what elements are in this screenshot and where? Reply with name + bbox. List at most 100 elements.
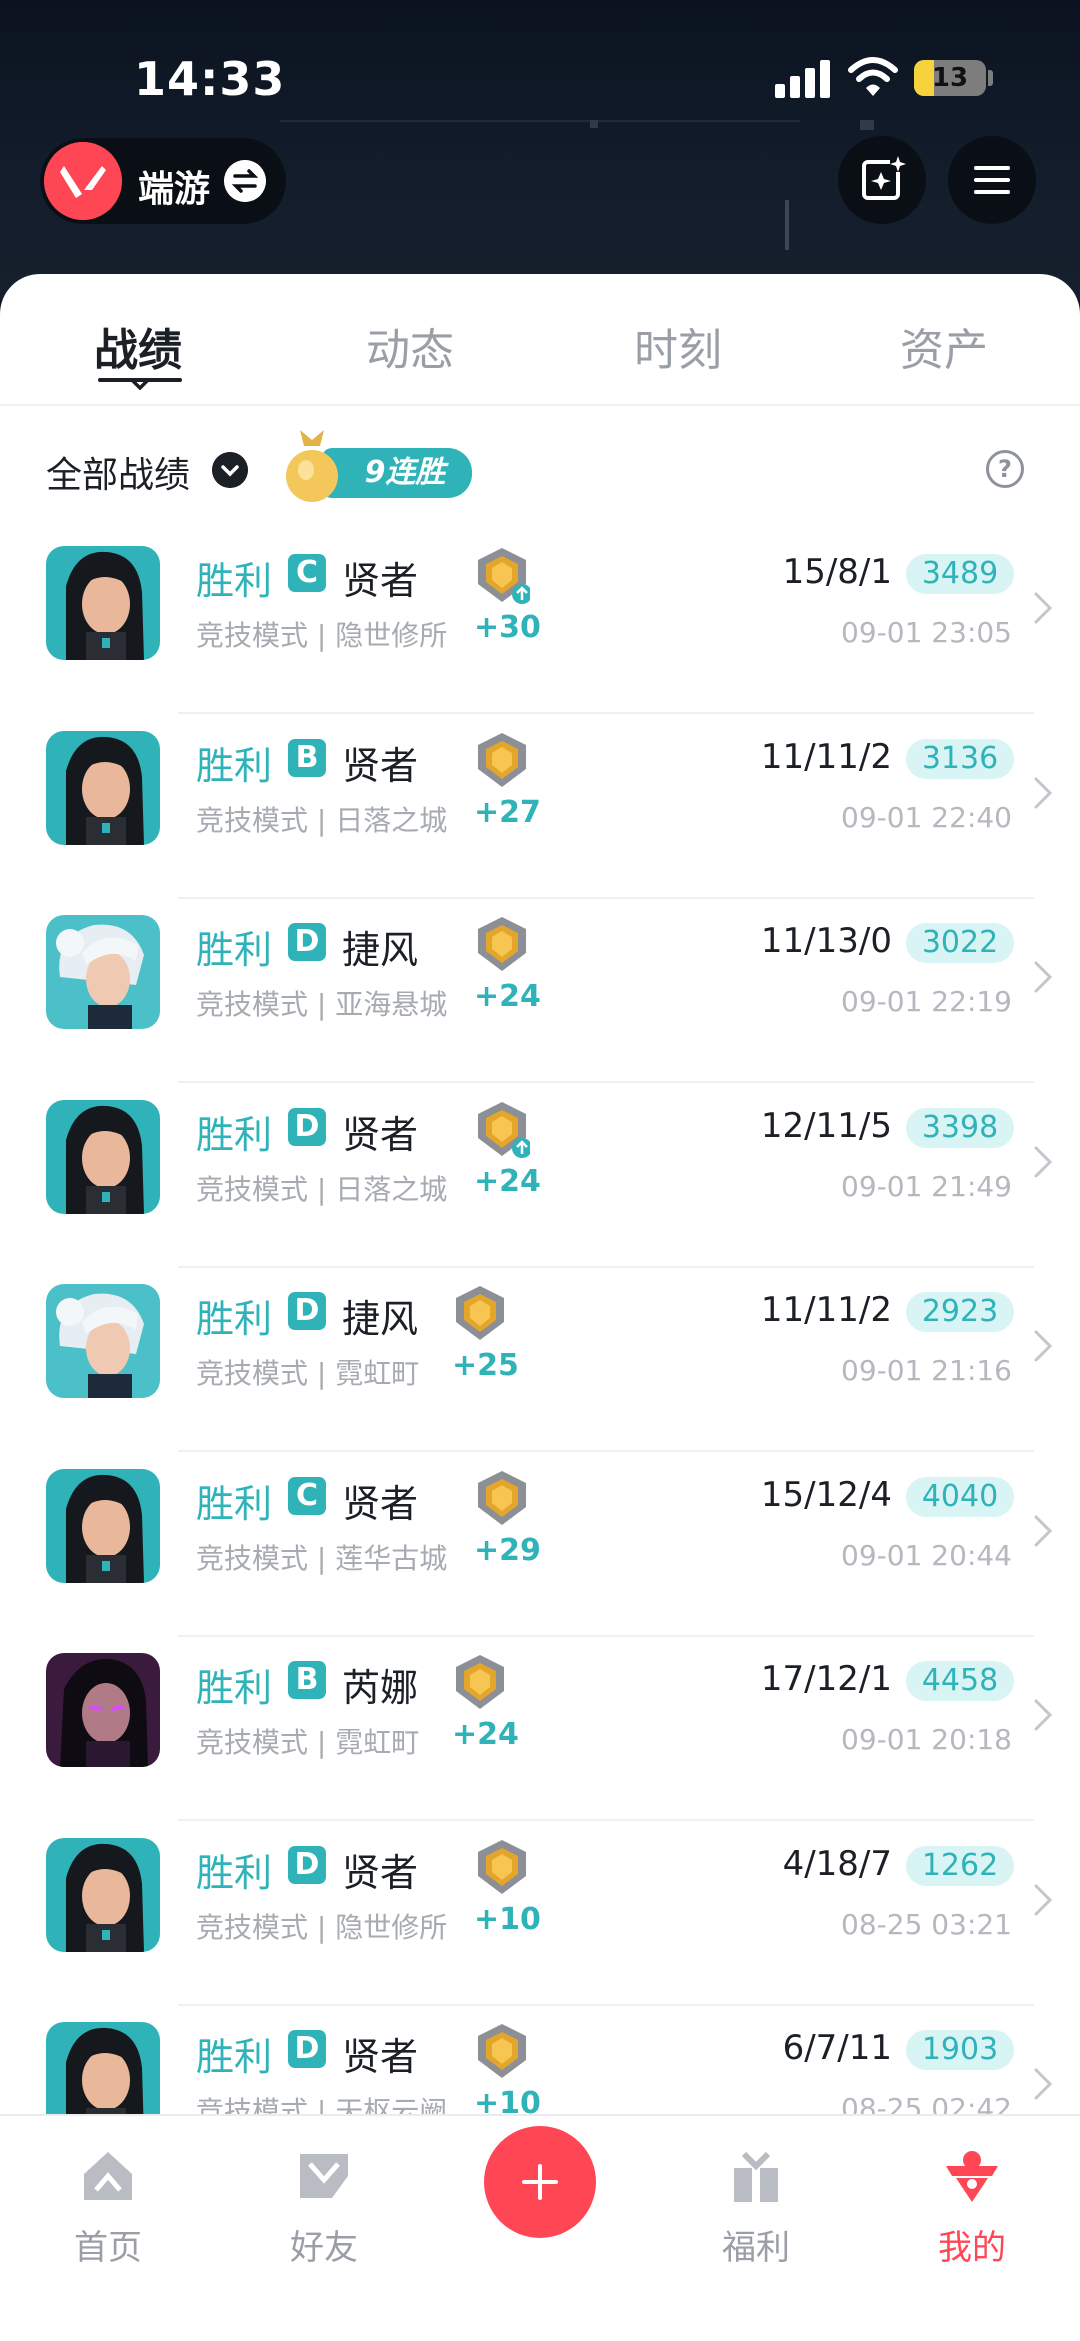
tab-assets[interactable]: 资产	[844, 314, 1044, 378]
rank-icon	[478, 917, 526, 971]
match-mode: 竞技模式	[196, 988, 309, 1021]
card-sparkle-icon	[862, 156, 906, 200]
add-button[interactable]	[484, 2126, 596, 2238]
performance-grade: C	[288, 554, 326, 592]
combat-score: 3398	[906, 1108, 1014, 1148]
match-row[interactable]: 胜利 B 贤者 竞技模式 | 日落之城 +27 11/11/2 3136 09-01 22:4…	[0, 715, 1080, 899]
match-date: 08-25 03:21	[841, 1908, 1012, 1941]
meta-separator: |	[308, 1542, 336, 1575]
match-map: 隐世修所	[335, 619, 448, 652]
chevron-right-icon	[1034, 1699, 1053, 1731]
match-result: 胜利	[196, 744, 273, 788]
match-row[interactable]: 胜利 D 贤者 竞技模式 | 日落之城 +24 12/11/5 3398 09-01 21:4…	[0, 1084, 1080, 1268]
performance-grade: C	[288, 1477, 326, 1515]
match-row[interactable]: 胜利 D 捷风 竞技模式 | 霓虹町 +25 11/11/2 2923 09-01 21:16	[0, 1268, 1080, 1452]
meta-separator: |	[308, 1173, 336, 1206]
chevron-right-icon	[1034, 777, 1053, 809]
match-row[interactable]: 胜利 C 贤者 竞技模式 | 隐世修所 +30 15/8/1 3489 09-01 23:05	[0, 530, 1080, 714]
agent-name: 贤者	[342, 1113, 419, 1157]
match-mode: 竞技模式	[196, 1726, 309, 1759]
app-switcher[interactable]: 端游	[40, 138, 286, 224]
match-row[interactable]: 胜利 D 贤者 竞技模式 | 天枢云阙 +10 6/7/11 1903 08-25 02:42	[0, 2006, 1080, 2114]
tab-records[interactable]: 战绩	[38, 314, 238, 378]
menu-button[interactable]	[948, 136, 1036, 224]
kda: 11/11/2	[760, 1290, 892, 1330]
chevron-right-icon	[1034, 1146, 1053, 1178]
match-date: 09-01 20:44	[841, 1539, 1012, 1572]
nav-rewards[interactable]: 福利	[686, 2136, 826, 2296]
match-date: 09-01 20:18	[841, 1723, 1012, 1756]
rank-rating-change: +10	[474, 2086, 541, 2114]
match-mode-map: 竞技模式 | 亚海悬城	[196, 983, 447, 1023]
combat-score: 3022	[906, 923, 1014, 963]
combat-score: 3489	[906, 554, 1014, 594]
match-mode-map: 竞技模式 | 莲华古城	[196, 1537, 447, 1577]
meta-separator: |	[308, 619, 336, 652]
chevron-right-icon	[1034, 1884, 1053, 1916]
agent-avatar	[46, 546, 160, 660]
rank-rating-change: +10	[474, 1902, 541, 1937]
card-editor-button[interactable]	[838, 136, 926, 224]
row-divider	[178, 712, 1034, 714]
match-date: 09-01 22:19	[841, 985, 1012, 1018]
tab-feed[interactable]: 动态	[310, 314, 510, 378]
match-mode-map: 竞技模式 | 霓虹町	[196, 1721, 419, 1761]
rank-rating-change: +24	[474, 979, 541, 1014]
match-map: 日落之城	[335, 804, 448, 837]
match-row[interactable]: 胜利 B 芮娜 竞技模式 | 霓虹町 +24 17/12/1 4458 09-01 20:18	[0, 1637, 1080, 1821]
status-time: 14:33	[134, 52, 286, 106]
rank-rating-change: +25	[452, 1348, 519, 1383]
rank-icon	[478, 1102, 530, 1158]
chevron-right-icon	[1034, 1515, 1053, 1547]
match-result: 胜利	[196, 1113, 273, 1157]
performance-grade: D	[288, 1846, 326, 1884]
kda: 11/13/0	[760, 921, 892, 961]
rank-rating-change: +24	[474, 1164, 541, 1199]
match-mode-map: 竞技模式 | 隐世修所	[196, 1906, 447, 1946]
match-result: 胜利	[196, 2035, 273, 2079]
header-decoration	[785, 200, 789, 250]
combat-score: 4040	[906, 1477, 1014, 1517]
win-streak-label: 9连胜	[322, 448, 472, 498]
swap-icon	[224, 160, 266, 202]
match-row[interactable]: 胜利 D 贤者 竞技模式 | 隐世修所 +10 4/18/7 1262 08-25 03:21	[0, 1822, 1080, 2006]
cellular-signal-icon	[775, 60, 831, 98]
combat-score: 3136	[906, 739, 1014, 779]
match-map: 霓虹町	[335, 1726, 420, 1759]
match-map: 天枢云阙	[335, 2095, 448, 2114]
kda: 12/11/5	[760, 1106, 892, 1146]
hamburger-menu-icon	[974, 166, 1010, 194]
valorant-logo-icon	[44, 142, 122, 220]
combat-score: 4458	[906, 1661, 1014, 1701]
nav-home[interactable]: 首页	[38, 2136, 178, 2296]
agent-name: 贤者	[342, 2035, 419, 2079]
match-mode-map: 竞技模式 | 日落之城	[196, 1168, 447, 1208]
agent-name: 贤者	[342, 1482, 419, 1526]
tab-moments[interactable]: 时刻	[578, 314, 778, 378]
chevron-down-icon[interactable]	[212, 452, 248, 488]
home-icon	[84, 2152, 132, 2200]
nav-profile[interactable]: 我的	[902, 2136, 1042, 2296]
combat-score: 1903	[906, 2030, 1014, 2070]
rank-rating-change: +30	[474, 610, 541, 645]
agent-name: 贤者	[342, 559, 419, 603]
nav-friends[interactable]: 好友	[254, 2136, 394, 2296]
rank-icon	[456, 1286, 504, 1340]
match-row[interactable]: 胜利 D 捷风 竞技模式 | 亚海悬城 +24 11/13/0 3022 09-01 22:1…	[0, 899, 1080, 1083]
match-map: 隐世修所	[335, 1911, 448, 1944]
match-mode-map: 竞技模式 | 天枢云阙	[196, 2090, 447, 2114]
combat-score: 1262	[906, 1846, 1014, 1886]
kda: 15/12/4	[760, 1475, 892, 1515]
match-row[interactable]: 胜利 C 贤者 竞技模式 | 莲华古城 +29 15/12/4 4040 09-01 20:4…	[0, 1453, 1080, 1637]
filter-dropdown-label[interactable]: 全部战绩	[46, 446, 190, 498]
agent-name: 芮娜	[342, 1666, 419, 1710]
match-map: 莲华古城	[335, 1542, 448, 1575]
help-icon[interactable]: ?	[986, 450, 1024, 488]
nav-friends-label: 好友	[290, 2228, 358, 2268]
agent-avatar	[46, 915, 160, 1029]
meta-separator: |	[308, 1911, 336, 1944]
plus-icon	[522, 2164, 558, 2200]
match-result: 胜利	[196, 1297, 273, 1341]
kda: 11/11/2	[760, 737, 892, 777]
match-result: 胜利	[196, 928, 273, 972]
